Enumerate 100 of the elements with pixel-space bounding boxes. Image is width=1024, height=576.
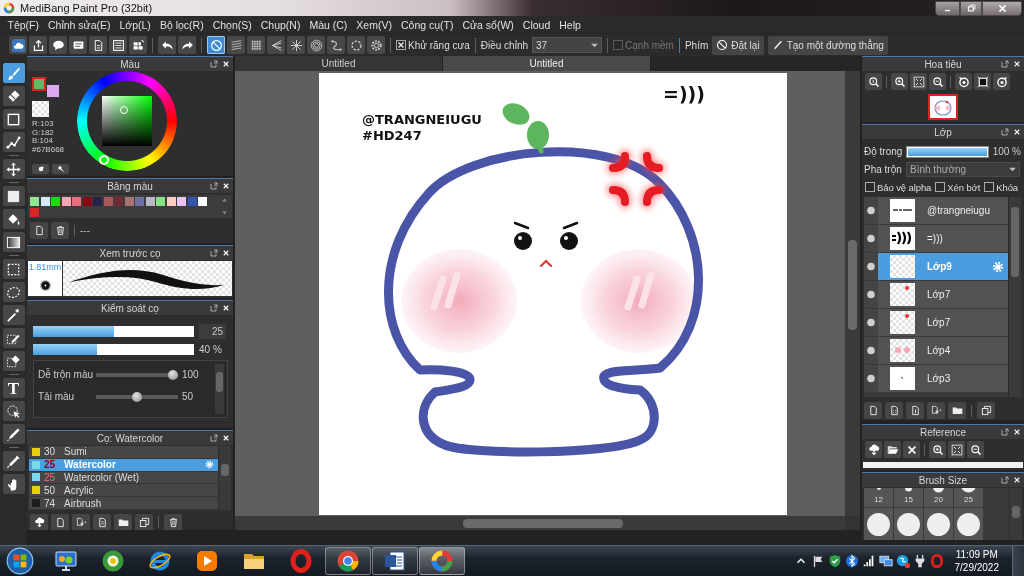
layer-item[interactable]: @trangneiugu bbox=[878, 197, 1008, 224]
brush-item[interactable]: 74 Airbrush bbox=[29, 497, 218, 510]
slider-thumb[interactable] bbox=[132, 391, 142, 402]
menu-item[interactable]: Cloud bbox=[518, 18, 555, 31]
color-swatch[interactable] bbox=[61, 197, 71, 206]
close-icon[interactable] bbox=[222, 434, 230, 442]
menu-item[interactable]: Chọn(S) bbox=[208, 18, 257, 31]
close-icon[interactable] bbox=[222, 304, 230, 312]
menu-item[interactable]: Xem(V) bbox=[351, 18, 397, 31]
foreground-color-swatch[interactable] bbox=[32, 77, 46, 91]
color-swatch[interactable] bbox=[72, 197, 81, 206]
brush-size-cell[interactable]: 20 bbox=[924, 488, 953, 507]
bluetooth-icon[interactable] bbox=[844, 554, 859, 568]
layer-item[interactable]: =))) bbox=[878, 225, 1008, 252]
undock-icon[interactable] bbox=[210, 182, 218, 190]
shield-icon[interactable] bbox=[827, 554, 842, 568]
text-tool-button[interactable]: T bbox=[2, 378, 25, 398]
brush-size-cell[interactable]: 25 bbox=[954, 488, 983, 507]
close-icon[interactable] bbox=[1013, 128, 1021, 136]
undock-icon[interactable] bbox=[210, 304, 218, 312]
color-swatch[interactable] bbox=[198, 197, 207, 206]
document-tab[interactable]: Untitled bbox=[443, 56, 651, 71]
color-swatch[interactable] bbox=[82, 197, 92, 206]
scrollbar[interactable] bbox=[219, 446, 231, 510]
oval-ring-icon[interactable] bbox=[289, 549, 313, 573]
scrollbar-thumb[interactable] bbox=[463, 519, 623, 528]
brush-size-cell[interactable] bbox=[894, 508, 923, 540]
color-swatch[interactable] bbox=[40, 197, 50, 206]
brush-item[interactable]: 30 Sumi bbox=[29, 446, 218, 459]
brush-size-cell[interactable] bbox=[954, 508, 983, 540]
taskbar-app-button[interactable] bbox=[372, 547, 418, 575]
straight-line-button[interactable]: Tạo một đường thẳng bbox=[767, 35, 888, 55]
brush-size-bar[interactable] bbox=[33, 326, 194, 337]
close-window-button[interactable] bbox=[982, 0, 1022, 16]
checkbox[interactable] bbox=[396, 40, 406, 50]
undock-icon[interactable] bbox=[210, 249, 218, 257]
scroll-up-icon[interactable] bbox=[220, 197, 228, 203]
scrollbar-thumb[interactable] bbox=[1011, 207, 1019, 277]
layer-item[interactable]: Lớp4 bbox=[878, 337, 1008, 364]
color-swatch[interactable] bbox=[30, 197, 39, 206]
close-icon[interactable] bbox=[1013, 476, 1021, 484]
checkbox[interactable] bbox=[984, 182, 995, 192]
undock-icon[interactable] bbox=[1001, 60, 1009, 68]
menu-item[interactable]: Lớp(L) bbox=[114, 18, 156, 31]
size-value-field[interactable]: 25 bbox=[199, 324, 226, 339]
document-tab[interactable]: Untitled bbox=[235, 56, 443, 71]
scrollbar-thumb[interactable] bbox=[848, 240, 857, 330]
background-color-swatch[interactable] bbox=[46, 84, 60, 98]
undock-icon[interactable] bbox=[1001, 128, 1009, 136]
tricolor-circle-icon[interactable] bbox=[336, 549, 360, 573]
globe-icon[interactable] bbox=[148, 549, 172, 573]
close-icon[interactable] bbox=[1013, 428, 1021, 436]
slider-thumb[interactable] bbox=[168, 369, 178, 380]
brush-size-cell[interactable] bbox=[864, 508, 893, 540]
restore-button[interactable] bbox=[960, 0, 982, 16]
scrollbar[interactable] bbox=[235, 516, 845, 530]
brush-item[interactable]: 50 Acrylic bbox=[29, 484, 218, 498]
undock-icon[interactable] bbox=[210, 434, 218, 442]
transparent-color-swatch[interactable] bbox=[32, 101, 49, 117]
brush-size-cell[interactable]: 12 bbox=[864, 488, 893, 507]
brush-size-cell[interactable]: 15 bbox=[894, 488, 923, 507]
color-wheel-icon[interactable] bbox=[430, 549, 454, 573]
color-swatch[interactable] bbox=[187, 197, 197, 206]
blob-button[interactable] bbox=[32, 164, 49, 174]
menu-item[interactable]: Chụp(N) bbox=[256, 18, 305, 31]
oval-ring-icon[interactable] bbox=[929, 554, 944, 568]
checkbox[interactable] bbox=[865, 182, 875, 192]
magnifier-button[interactable] bbox=[52, 164, 69, 174]
scrollbar[interactable] bbox=[845, 71, 860, 516]
scrollbar-thumb[interactable] bbox=[1012, 506, 1020, 518]
prohibited-icon[interactable] bbox=[716, 39, 729, 51]
scrollbar[interactable] bbox=[215, 364, 224, 414]
paper[interactable]: @TRANGNEIUGU #HD247 =))) bbox=[319, 73, 787, 515]
scrollbar[interactable] bbox=[1010, 488, 1022, 540]
menu-item[interactable]: Chỉnh sửa(E) bbox=[43, 18, 115, 31]
brush-size-cell[interactable] bbox=[924, 508, 953, 540]
undock-icon[interactable] bbox=[210, 60, 218, 68]
close-icon[interactable] bbox=[222, 182, 230, 190]
target-icon[interactable] bbox=[101, 549, 125, 573]
layer-item[interactable]: Lớp7 bbox=[878, 309, 1008, 336]
color-swatch[interactable] bbox=[51, 197, 60, 206]
scrollbar-thumb[interactable] bbox=[221, 464, 229, 476]
restore-icon[interactable] bbox=[965, 2, 977, 14]
correction-dropdown[interactable]: 37 bbox=[532, 37, 603, 53]
signal-icon[interactable] bbox=[861, 554, 876, 568]
color-swatch[interactable] bbox=[93, 197, 102, 206]
scroll-down-icon[interactable] bbox=[220, 210, 228, 216]
color-swatch[interactable] bbox=[103, 197, 113, 206]
color-swatch[interactable] bbox=[30, 207, 39, 217]
menu-item[interactable]: Tệp(F) bbox=[3, 18, 44, 31]
minimize-button[interactable] bbox=[935, 0, 960, 16]
network-icon[interactable] bbox=[878, 554, 893, 568]
color-swatch[interactable] bbox=[156, 197, 165, 206]
checkbox[interactable] bbox=[935, 182, 946, 192]
blend-mode-dropdown[interactable]: Bình thường bbox=[906, 162, 1020, 177]
start-orb-icon[interactable] bbox=[6, 547, 34, 575]
saturation-value-square[interactable] bbox=[102, 96, 152, 146]
chat-icon[interactable] bbox=[895, 554, 910, 568]
layer-item[interactable]: Lớp7 bbox=[878, 281, 1008, 308]
menu-item[interactable]: Cửa sổ(W) bbox=[457, 18, 519, 31]
